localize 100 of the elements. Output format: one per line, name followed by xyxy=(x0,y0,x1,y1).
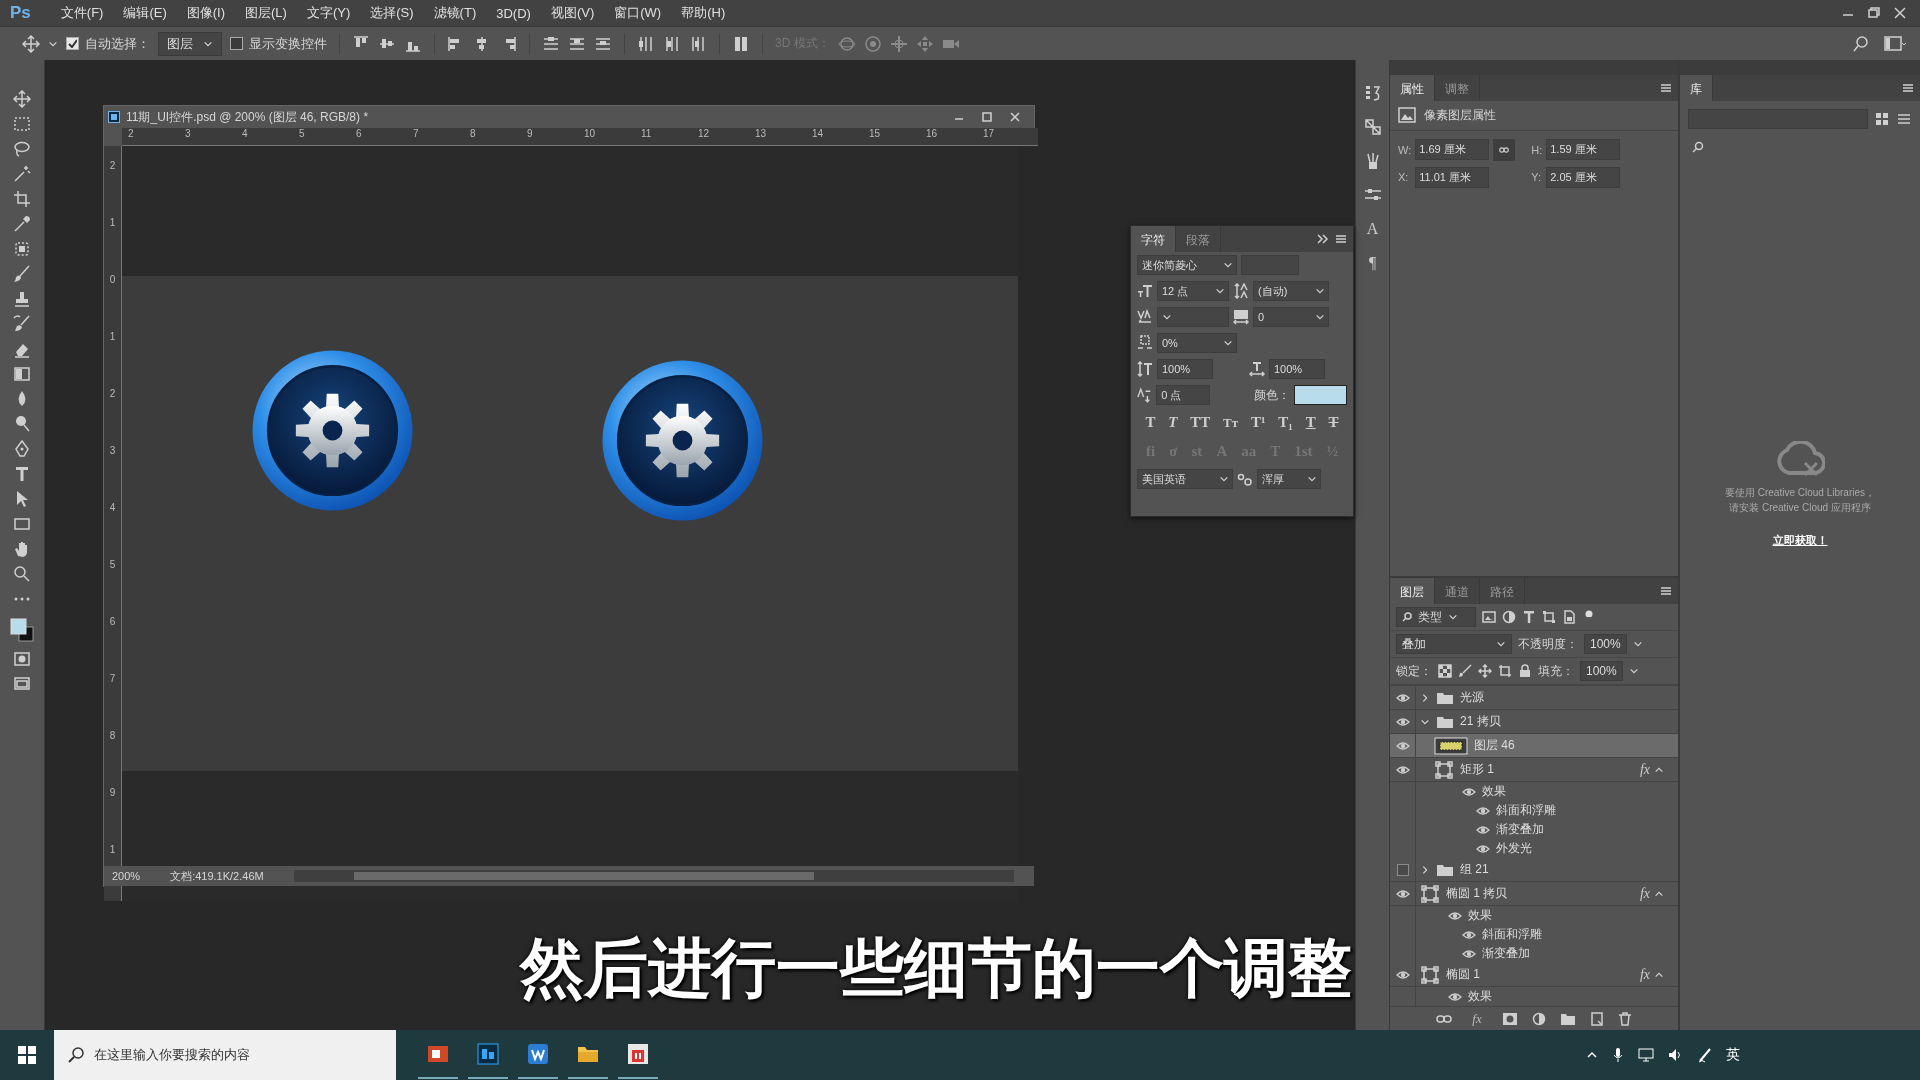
crop-tool-icon[interactable] xyxy=(13,190,31,208)
horizontal-scale-field[interactable]: 100% xyxy=(1269,359,1325,379)
patch-tool-icon[interactable] xyxy=(13,240,31,258)
caret-icon[interactable] xyxy=(1628,666,1639,676)
type-filter-icon[interactable] xyxy=(1522,610,1536,624)
leading-dropdown[interactable]: (自动) xyxy=(1253,281,1329,301)
layer-row[interactable]: 斜面和浮雕 xyxy=(1390,925,1678,944)
pixel-filter-icon[interactable] xyxy=(1482,610,1496,624)
search-icon[interactable] xyxy=(1852,34,1870,53)
layer-row[interactable]: 外发光 xyxy=(1390,839,1678,858)
menu-item[interactable]: 窗口(W) xyxy=(604,4,672,22)
text-style-button[interactable]: Tт xyxy=(1221,414,1241,431)
menu-icon[interactable] xyxy=(1902,83,1914,93)
mask-icon[interactable] xyxy=(1501,1011,1518,1026)
tsume-dropdown[interactable]: 0% xyxy=(1157,333,1237,353)
menu-item[interactable]: 图像(I) xyxy=(176,4,236,22)
panel-toggle-button[interactable]: ¶ xyxy=(1368,254,1377,272)
add-style-button[interactable]: fx xyxy=(1466,1009,1488,1028)
visibility-toggle[interactable] xyxy=(1396,863,1409,876)
restore-icon[interactable] xyxy=(1868,7,1880,19)
distribute-horizontal-icon[interactable] xyxy=(637,34,655,53)
visibility-eye-icon[interactable] xyxy=(1395,887,1410,900)
layer-row[interactable]: 矩形 1 fx xyxy=(1390,758,1678,782)
screen-mode-icon[interactable] xyxy=(13,675,31,693)
distribute-horizontal-icon[interactable] xyxy=(663,34,681,53)
layer-row[interactable]: 渐变叠加 xyxy=(1390,944,1678,963)
layer-row[interactable]: 光源 xyxy=(1390,686,1678,710)
menu-item[interactable]: 3D(D) xyxy=(486,5,541,21)
new-layer-icon[interactable] xyxy=(1589,1011,1604,1026)
panel-tab[interactable]: 调整 xyxy=(1435,74,1480,101)
link-dimensions-button[interactable] xyxy=(1493,138,1516,161)
dimension-field[interactable]: 11.01 厘米 xyxy=(1415,166,1490,188)
visibility-eye-icon[interactable] xyxy=(1462,785,1476,798)
color-swatches-icon[interactable] xyxy=(9,615,35,643)
lock-all-icon[interactable] xyxy=(1518,664,1532,678)
visibility-eye-icon[interactable] xyxy=(1462,947,1476,960)
layer-row[interactable]: 椭圆 1 fx xyxy=(1390,963,1678,987)
lock-artboard-icon[interactable] xyxy=(1498,664,1512,678)
lock-brush-icon[interactable] xyxy=(1458,664,1472,678)
pen-icon[interactable] xyxy=(1698,1047,1712,1063)
text-style-button[interactable]: T xyxy=(1166,414,1180,431)
panel-tab[interactable]: 属性 xyxy=(1390,74,1435,101)
panel-tab[interactable]: 段落 xyxy=(1176,226,1221,252)
trash-icon[interactable] xyxy=(1617,1011,1632,1026)
list-view-icon[interactable] xyxy=(1896,111,1912,127)
rectangle-tool-icon[interactable] xyxy=(13,515,31,533)
visibility-eye-icon[interactable] xyxy=(1448,909,1462,922)
menu-item[interactable]: 文件(F) xyxy=(50,4,114,22)
eyedropper-tool-icon[interactable] xyxy=(13,215,31,233)
text-style-button[interactable]: T xyxy=(1303,414,1318,431)
menu-item[interactable]: 编辑(E) xyxy=(113,4,177,22)
transform-controls-checkbox[interactable] xyxy=(230,37,243,50)
visibility-eye-icon[interactable] xyxy=(1462,928,1476,941)
type-tool-icon[interactable] xyxy=(13,465,31,483)
panel-tab[interactable]: 库 xyxy=(1680,75,1713,101)
lock-position-icon[interactable] xyxy=(1478,664,1492,678)
panel-tab[interactable]: 通道 xyxy=(1435,578,1480,604)
visibility-eye-icon[interactable] xyxy=(1395,763,1410,776)
history-brush-tool-icon[interactable] xyxy=(13,315,31,333)
close-icon[interactable] xyxy=(1010,112,1020,122)
panel-tab[interactable]: 字符 xyxy=(1131,226,1176,252)
text-style-button[interactable]: TT xyxy=(1188,414,1213,431)
auto-align-icon[interactable] xyxy=(732,34,750,53)
tracking-dropdown[interactable]: 0 xyxy=(1253,307,1329,327)
visibility-eye-icon[interactable] xyxy=(1395,739,1410,752)
menu-item[interactable]: 文字(Y) xyxy=(296,4,361,22)
target-dropdown[interactable]: 图层 xyxy=(158,31,222,56)
visibility-eye-icon[interactable] xyxy=(1476,842,1490,855)
brush-preset-icon[interactable] xyxy=(1363,118,1382,136)
network-icon[interactable] xyxy=(1638,1048,1654,1062)
get-now-link[interactable]: 立即获取！ xyxy=(1772,533,1828,548)
menu-item[interactable]: 图层(L) xyxy=(235,4,297,22)
grid-view-icon[interactable] xyxy=(1874,111,1890,127)
blend-mode-dropdown[interactable]: 叠加 xyxy=(1396,634,1512,654)
text-color-swatch[interactable] xyxy=(1293,385,1347,405)
dodge-tool-icon[interactable] xyxy=(13,415,31,433)
document-app-icon[interactable] xyxy=(526,1042,550,1066)
pen-tool-icon[interactable] xyxy=(13,440,31,458)
ps-app-icon[interactable] xyxy=(476,1042,500,1066)
layer-row[interactable]: 图层 46 xyxy=(1390,734,1678,758)
adjustment-filter-icon[interactable] xyxy=(1502,610,1516,624)
visibility-eye-icon[interactable] xyxy=(1395,691,1410,704)
language-dropdown[interactable]: 美国英语 xyxy=(1137,469,1233,489)
marquee-tool-icon[interactable] xyxy=(13,115,31,133)
new-group-icon[interactable] xyxy=(1559,1011,1576,1026)
disclosure-chevron-icon[interactable] xyxy=(1420,864,1430,875)
adjustment-layer-icon[interactable] xyxy=(1531,1011,1546,1026)
visibility-eye-icon[interactable] xyxy=(1395,968,1410,981)
stamp-tool-icon[interactable] xyxy=(13,290,31,308)
layer-row[interactable]: 斜面和浮雕 xyxy=(1390,801,1678,820)
font-size-dropdown[interactable]: 12 点 xyxy=(1157,281,1229,301)
opacity-field[interactable]: 100% xyxy=(1584,634,1627,654)
visibility-eye-icon[interactable] xyxy=(1395,715,1410,728)
vertical-scale-field[interactable]: 100% xyxy=(1157,359,1213,379)
workspace-icon[interactable] xyxy=(1884,34,1906,53)
gradient-tool-icon[interactable] xyxy=(13,365,31,383)
menu-icon[interactable] xyxy=(1660,586,1672,596)
dimension-field[interactable]: 1.69 厘米 xyxy=(1415,139,1490,161)
lock-transparency-icon[interactable] xyxy=(1438,664,1452,678)
text-style-button[interactable]: T xyxy=(1326,414,1341,431)
